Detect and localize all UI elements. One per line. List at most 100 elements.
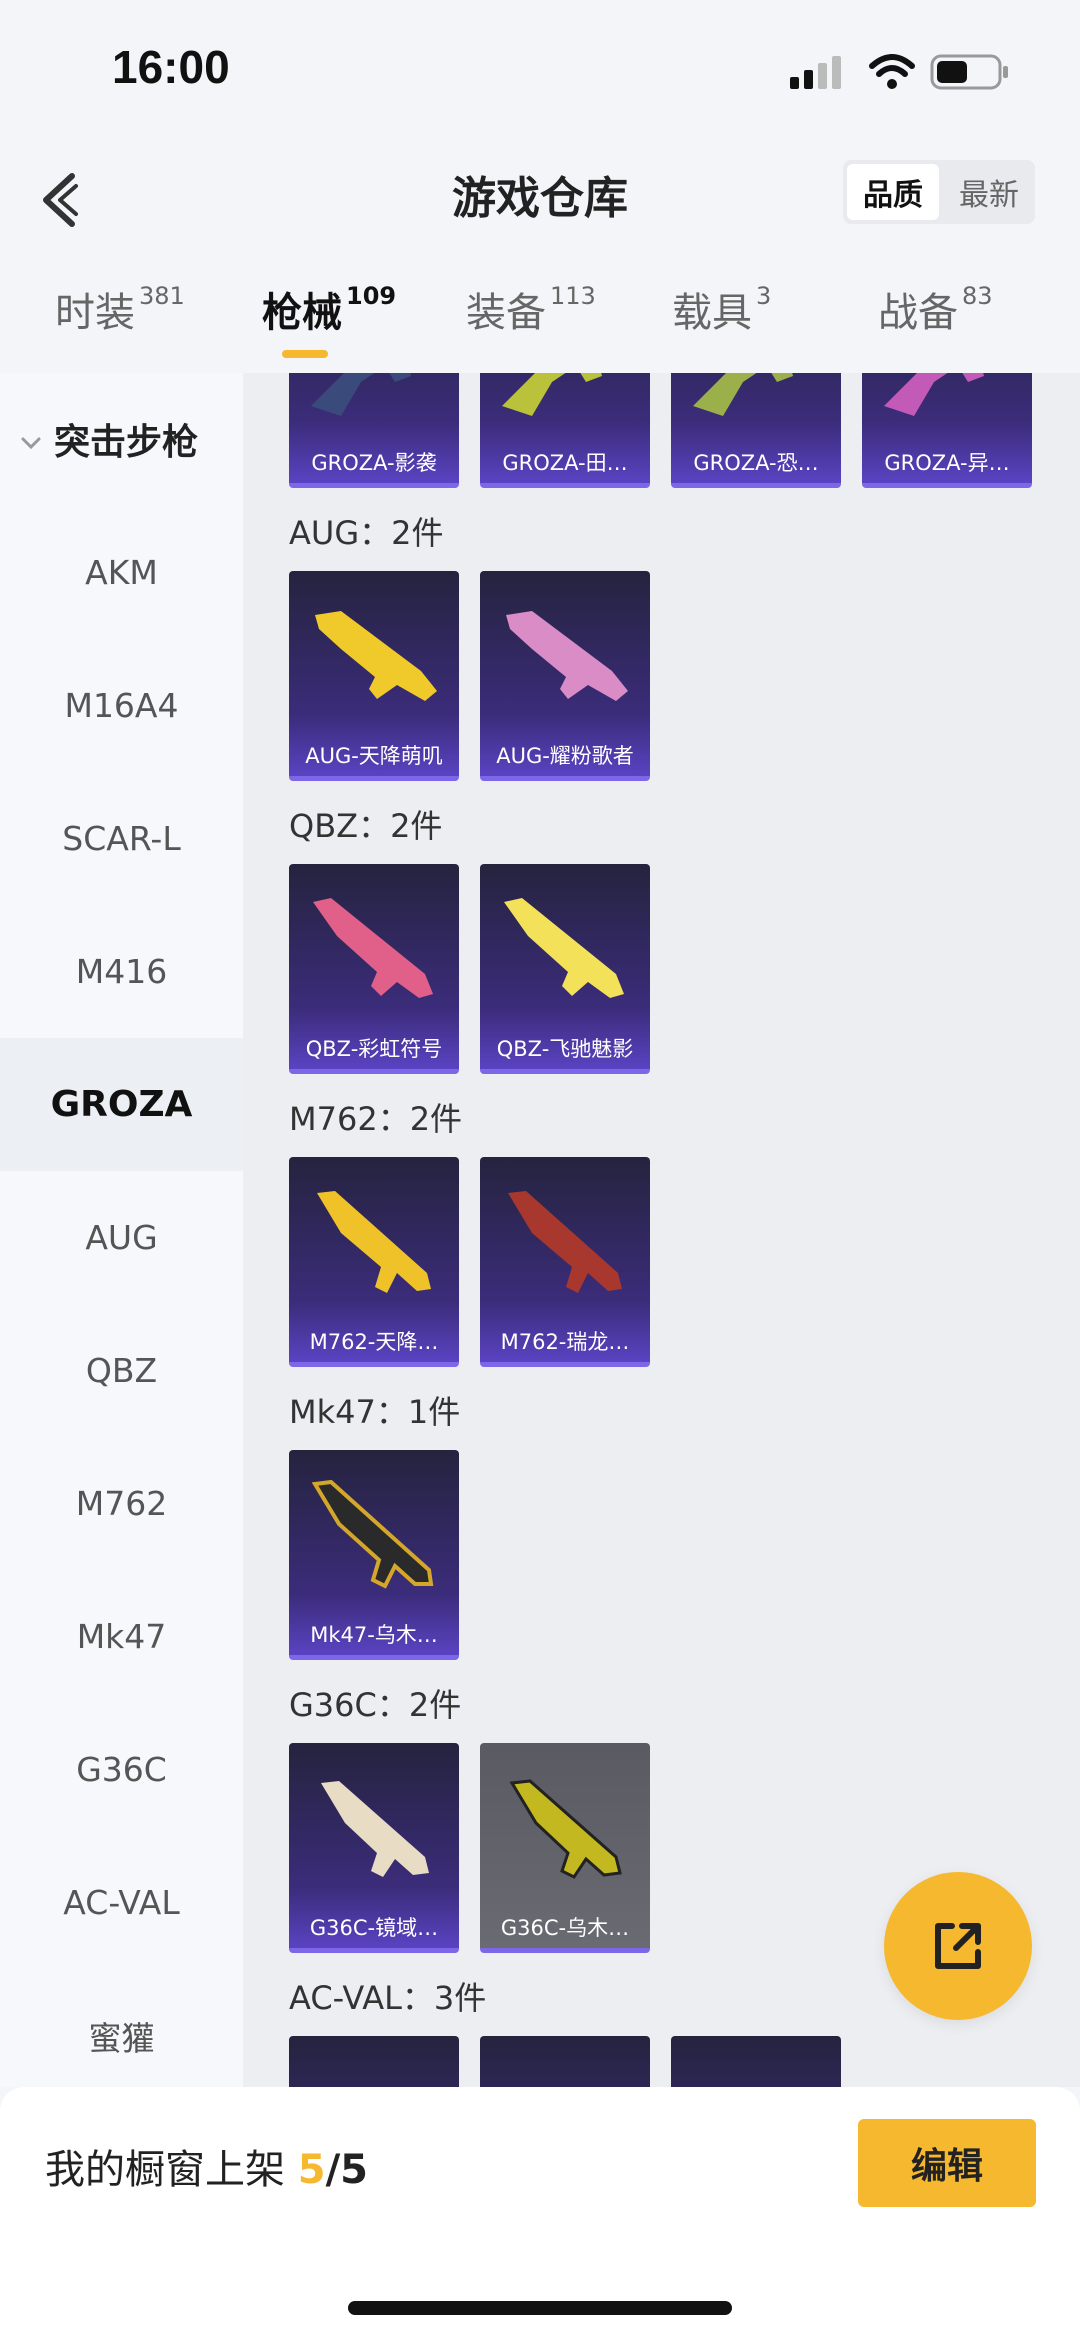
- weapon-card[interactable]: M762-瑞龙…: [480, 1157, 650, 1367]
- card-name: G36C-镜域…: [309, 1916, 439, 1940]
- bottom-bar: 我的橱窗上架 5/5 编辑: [0, 2087, 1080, 2337]
- sidebar-item-aug[interactable]: AUG: [0, 1171, 243, 1304]
- card-name: G36C-乌木…: [500, 1916, 630, 1940]
- weapon-card[interactable]: QBZ-飞驰魅影: [480, 864, 650, 1074]
- category-label: 突击步枪: [54, 422, 199, 463]
- weapon-card[interactable]: G36C-镜域…: [289, 1743, 459, 1953]
- rifle-icon: [321, 1781, 429, 1877]
- card-name: M762-瑞龙…: [500, 1330, 630, 1354]
- weapon-card[interactable]: QBZ-彩虹符号: [289, 864, 459, 1074]
- tab-fashion[interactable]: 时装 381: [55, 280, 185, 338]
- weapon-card[interactable]: [480, 2036, 650, 2087]
- status-time: 16:00: [112, 41, 230, 93]
- share-external-icon: [935, 1923, 981, 1969]
- wifi-icon: [869, 54, 915, 89]
- tab-label: 战备: [878, 290, 958, 336]
- rifle-icon: [884, 373, 984, 416]
- group-label-g36c: G36C：2件: [289, 1686, 462, 1724]
- weapon-card[interactable]: GROZA-田…: [480, 373, 650, 488]
- status-bar: 16:00: [0, 0, 1080, 140]
- card-name: Mk47-乌木…: [310, 1623, 438, 1647]
- tab-gear[interactable]: 战备 83: [878, 280, 993, 338]
- rifle-icon: [315, 611, 437, 701]
- sidebar-item-scar-l[interactable]: SCAR-L: [0, 772, 243, 905]
- weapon-card[interactable]: G36C-乌木…: [480, 1743, 650, 1953]
- active-tab-indicator: [282, 350, 328, 358]
- card-name: M762-天降…: [309, 1330, 439, 1354]
- sidebar-item-g36c[interactable]: G36C: [0, 1703, 243, 1836]
- app-root: 16:00 游戏仓库 品质 最新 时装 381 枪械 109 装备 113 载具…: [0, 0, 1080, 2337]
- showcase-total: /5: [325, 2147, 369, 2193]
- showcase-label: 我的橱窗上架: [45, 2147, 285, 2193]
- group-label-qbz: QBZ：2件: [289, 807, 443, 845]
- weapon-card[interactable]: [289, 2036, 459, 2087]
- weapon-card[interactable]: M762-天降…: [289, 1157, 459, 1367]
- sidebar-item-honey-badger[interactable]: 蜜獾: [0, 1969, 243, 2102]
- sidebar-item-ac-val[interactable]: AC-VAL: [0, 1836, 243, 1969]
- weapon-card[interactable]: AUG-天降萌叽: [289, 571, 459, 781]
- weapon-card[interactable]: GROZA-异…: [862, 373, 1032, 488]
- tab-count: 83: [962, 282, 993, 310]
- weapon-card[interactable]: GROZA-恐…: [671, 373, 841, 488]
- sidebar-item-groza[interactable]: GROZA: [0, 1038, 243, 1171]
- card-name: GROZA-异…: [884, 451, 1010, 475]
- rifle-icon: [313, 898, 433, 998]
- tab-label: 枪械: [262, 290, 342, 336]
- sort-option-newest[interactable]: 最新: [943, 160, 1035, 224]
- header: 游戏仓库 品质 最新: [0, 140, 1080, 260]
- card-name: QBZ-飞驰魅影: [496, 1037, 634, 1061]
- rifle-icon: [502, 373, 602, 416]
- sort-option-quality[interactable]: 品质: [847, 164, 939, 220]
- sidebar-item-m416[interactable]: M416: [0, 905, 243, 1038]
- home-indicator[interactable]: [348, 2301, 732, 2315]
- tab-count: 113: [550, 282, 596, 310]
- weapon-card[interactable]: [671, 2036, 841, 2087]
- card-name: AUG-耀粉歌者: [496, 744, 634, 768]
- sidebar-item-akm[interactable]: AKM: [0, 506, 243, 639]
- battery-icon: [930, 54, 1008, 90]
- tab-firearms[interactable]: 枪械 109: [262, 280, 396, 338]
- rifle-icon: [504, 898, 624, 998]
- tab-vehicles[interactable]: 载具 3: [672, 280, 771, 338]
- card-name: QBZ-彩虹符号: [305, 1037, 443, 1061]
- group-label-mk47: Mk47：1件: [289, 1393, 461, 1431]
- card-name: AUG-天降萌叽: [305, 744, 443, 768]
- rifle-icon: [317, 1191, 431, 1293]
- rifle-icon: [509, 1779, 622, 1879]
- weapon-card[interactable]: GROZA-影袭: [289, 373, 459, 488]
- rifle-icon: [506, 611, 628, 701]
- card-name: GROZA-恐…: [693, 451, 819, 475]
- tab-label: 载具: [672, 290, 752, 336]
- card-name: GROZA-影袭: [311, 451, 437, 475]
- category-header[interactable]: 突击步枪: [20, 413, 198, 465]
- card-name: GROZA-田…: [502, 451, 628, 475]
- sidebar-item-m762[interactable]: M762: [0, 1437, 243, 1570]
- showcase-current: 5: [297, 2147, 326, 2193]
- weapon-card[interactable]: Mk47-乌木…: [289, 1450, 459, 1660]
- sidebar-item-m16a4[interactable]: M16A4: [0, 639, 243, 772]
- showcase-status: 我的橱窗上架 5/5: [45, 2137, 368, 2195]
- tab-count: 109: [346, 282, 397, 310]
- tab-label: 装备: [466, 290, 546, 336]
- edit-button[interactable]: 编辑: [858, 2119, 1036, 2207]
- tab-label: 时装: [55, 290, 135, 336]
- cellular-signal-icon: [790, 56, 841, 89]
- sort-toggle: 品质 最新: [843, 160, 1035, 224]
- group-label-m762: M762：2件: [289, 1100, 463, 1138]
- tab-count: 381: [139, 282, 185, 310]
- share-fab-button[interactable]: [884, 1872, 1032, 2020]
- rifle-icon: [311, 1479, 434, 1589]
- group-label-aug: AUG：2件: [289, 514, 444, 552]
- rifle-icon: [693, 373, 793, 416]
- rifle-icon: [311, 373, 411, 416]
- tab-equipment[interactable]: 装备 113: [466, 280, 596, 338]
- weapon-grid: GROZA-影袭 GROZA-田… GROZA-恐… GROZA-异… AUG：…: [243, 373, 1080, 2087]
- tab-count: 3: [756, 282, 772, 310]
- sidebar-item-qbz[interactable]: QBZ: [0, 1304, 243, 1437]
- group-label-ac-val: AC-VAL：3件: [289, 1979, 487, 2017]
- category-tabs: 时装 381 枪械 109 装备 113 载具 3 战备 83: [0, 270, 1080, 370]
- weapon-sidebar: 突击步枪 AKM M16A4 SCAR-L M416 GROZA AUG QBZ…: [0, 373, 243, 2087]
- sidebar-item-mk47[interactable]: Mk47: [0, 1570, 243, 1703]
- weapon-card[interactable]: AUG-耀粉歌者: [480, 571, 650, 781]
- chevron-down-icon: [21, 437, 41, 450]
